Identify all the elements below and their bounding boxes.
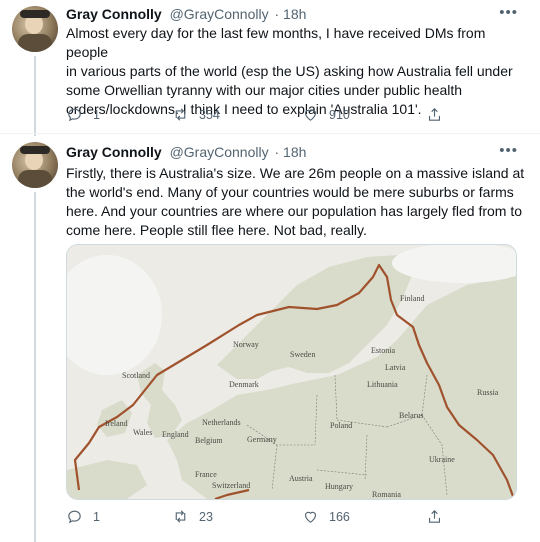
map-label-ireland: Ireland <box>105 419 128 428</box>
tweet-text-line: Almost every day for the last few months… <box>66 25 486 60</box>
more-dots-icon[interactable]: ••• <box>499 142 518 159</box>
map-label-netherlands: Netherlands <box>202 418 241 427</box>
like-button[interactable]: 166 <box>302 508 350 525</box>
map-label-hungary: Hungary <box>325 482 353 491</box>
map-label-wales: Wales <box>133 428 152 437</box>
tweet-header: Gray Connolly @GrayConnolly · 18h <box>66 144 306 160</box>
tweet-text-line: in various parts of the world (esp the U… <box>66 63 513 79</box>
retweet-count: 354 <box>199 107 220 122</box>
map-label-scotland: Scotland <box>122 371 150 380</box>
map-label-austria: Austria <box>289 474 313 483</box>
tweet-1[interactable]: Gray Connolly @GrayConnolly · 18h ••• Al… <box>0 0 540 136</box>
avatar-coat <box>18 34 52 52</box>
author-name[interactable]: Gray Connolly <box>66 6 162 22</box>
map-label-finland: Finland <box>400 294 424 303</box>
reply-button[interactable]: 1 <box>66 508 100 525</box>
timestamp[interactable]: · 18h <box>275 144 307 160</box>
author-handle[interactable]: @GrayConnolly <box>170 144 269 160</box>
more-dots-icon[interactable]: ••• <box>499 4 518 21</box>
tweet-text-line: here. And your countries are where our p… <box>66 203 523 219</box>
retweet-icon <box>175 510 186 523</box>
timestamp[interactable]: · 18h <box>275 6 307 22</box>
share-button[interactable] <box>426 508 443 525</box>
map-label-norway: Norway <box>233 340 259 349</box>
map-label-russia: Russia <box>477 388 499 397</box>
author-name[interactable]: Gray Connolly <box>66 144 162 160</box>
map-label-ukraine: Ukraine <box>429 455 455 464</box>
tweet-text: Firstly, there is Australia's size. We a… <box>66 164 526 240</box>
avatar-hat <box>20 146 50 154</box>
retweet-icon <box>175 108 186 121</box>
map-label-romania: Romania <box>372 490 401 499</box>
map-label-latvia: Latvia <box>385 363 406 372</box>
reply-icon <box>68 108 81 122</box>
map-label-estonia: Estonia <box>371 346 395 355</box>
share-button[interactable] <box>426 106 443 123</box>
like-count: 166 <box>329 509 350 524</box>
map-label-denmark: Denmark <box>229 380 259 389</box>
map-label-lithuania: Lithuania <box>367 380 398 389</box>
map-label-sweden: Sweden <box>290 350 315 359</box>
avatar[interactable] <box>12 142 58 188</box>
share-icon <box>428 510 441 523</box>
reply-count: 1 <box>93 107 100 122</box>
tweet-text-line: Firstly, there is Australia's size. We a… <box>66 165 525 181</box>
map-label-switzerland: Switzerland <box>212 481 250 490</box>
thread-line <box>34 56 36 136</box>
author-handle[interactable]: @GrayConnolly <box>170 6 269 22</box>
map-label-france: France <box>195 470 217 479</box>
retweet-button[interactable]: 354 <box>172 106 220 123</box>
reply-count: 1 <box>93 509 100 524</box>
like-count: 910 <box>329 107 350 122</box>
avatar-hat <box>20 10 50 18</box>
tweet-header: Gray Connolly @GrayConnolly · 18h <box>66 6 306 22</box>
map-label-belarus: Belarus <box>399 411 423 420</box>
europe-australia-map: Finland Norway Sweden Estonia Latvia Lit… <box>67 245 516 499</box>
tweet-text-line: the world's end. Many of your countries … <box>66 184 514 200</box>
avatar-coat <box>18 170 52 188</box>
retweet-button[interactable]: 23 <box>172 508 213 525</box>
tweet-actions: 1 23 166 <box>66 508 466 528</box>
tweet-actions: 1 354 910 <box>66 106 466 126</box>
avatar[interactable] <box>12 6 58 52</box>
thread-line <box>34 192 36 542</box>
tweet-text: Almost every day for the last few months… <box>66 24 526 119</box>
heart-icon <box>304 511 317 523</box>
map-image[interactable]: Finland Norway Sweden Estonia Latvia Lit… <box>66 244 517 500</box>
map-label-poland: Poland <box>330 421 352 430</box>
retweet-count: 23 <box>199 509 213 524</box>
like-button[interactable]: 910 <box>302 106 350 123</box>
share-icon <box>428 108 441 121</box>
map-label-england: England <box>162 430 189 439</box>
heart-icon <box>304 109 317 121</box>
tweet-text-line: some Orwellian tyranny with our major ci… <box>66 82 463 98</box>
reply-icon <box>68 510 81 524</box>
map-label-germany: Germany <box>247 435 277 444</box>
reply-button[interactable]: 1 <box>66 106 100 123</box>
tweet-text-line: come here. People still flee here. Not b… <box>66 222 367 238</box>
map-label-belgium: Belgium <box>195 436 223 445</box>
